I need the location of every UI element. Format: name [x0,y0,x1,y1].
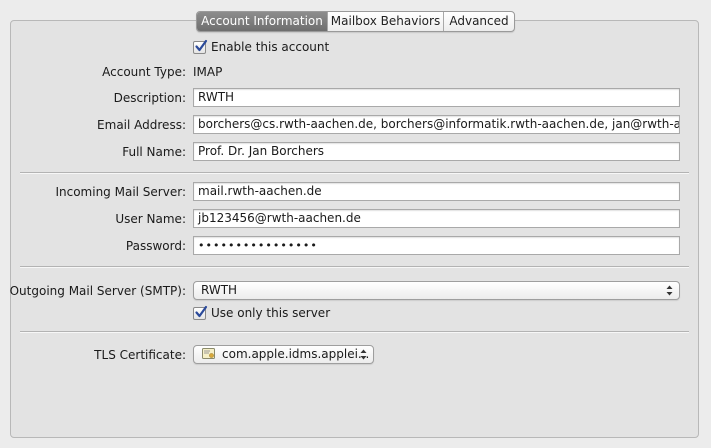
password-label: Password: [125,239,186,253]
email-address-field[interactable]: borchers@cs.rwth-aachen.de, borchers@inf… [193,115,680,134]
tab-mailbox-behaviors[interactable]: Mailbox Behaviors [327,12,443,31]
description-field[interactable]: RWTH [193,88,680,107]
separator [20,266,689,268]
use-only-server-checkbox[interactable] [193,305,208,320]
incoming-server-label: Incoming Mail Server: [55,185,186,199]
checkmark-icon [195,305,208,317]
enable-account-label: Enable this account [211,40,330,54]
account-type-value: IMAP [193,65,223,79]
email-address-label: Email Address: [97,118,186,132]
separator [20,172,689,174]
incoming-server-field[interactable]: mail.rwth-aachen.de [193,182,680,201]
description-label: Description: [113,91,186,105]
user-name-field[interactable]: jb123456@rwth-aachen.de [193,209,680,228]
use-only-server-row[interactable]: Use only this server [193,305,331,320]
enable-account-row[interactable]: Enable this account [193,39,330,54]
full-name-label: Full Name: [122,145,186,159]
enable-account-checkbox[interactable] [193,39,208,54]
checkmark-icon [195,39,208,51]
certificate-icon [202,348,215,359]
tls-certificate-value: com.apple.idms.applei... [222,347,370,361]
tls-certificate-label: TLS Certificate: [94,348,186,362]
updown-arrows-icon [666,285,673,296]
account-settings-panel [10,20,699,438]
tls-certificate-popup[interactable]: com.apple.idms.applei... [193,345,374,364]
tab-advanced[interactable]: Advanced [443,12,514,31]
use-only-server-label: Use only this server [211,306,331,320]
separator [20,331,689,333]
tab-bar: Account Information Mailbox Behaviors Ad… [196,11,515,32]
user-name-label: User Name: [115,212,186,226]
outgoing-server-popup[interactable]: RWTH [193,281,680,300]
outgoing-server-value: RWTH [201,283,238,297]
tab-account-information[interactable]: Account Information [197,12,327,31]
account-type-label: Account Type: [102,65,186,79]
password-field[interactable]: •••••••••••••••• [193,236,680,255]
full-name-field[interactable]: Prof. Dr. Jan Borchers [193,142,680,161]
updown-arrows-icon [360,349,367,360]
outgoing-server-label: Outgoing Mail Server (SMTP): [9,284,186,298]
